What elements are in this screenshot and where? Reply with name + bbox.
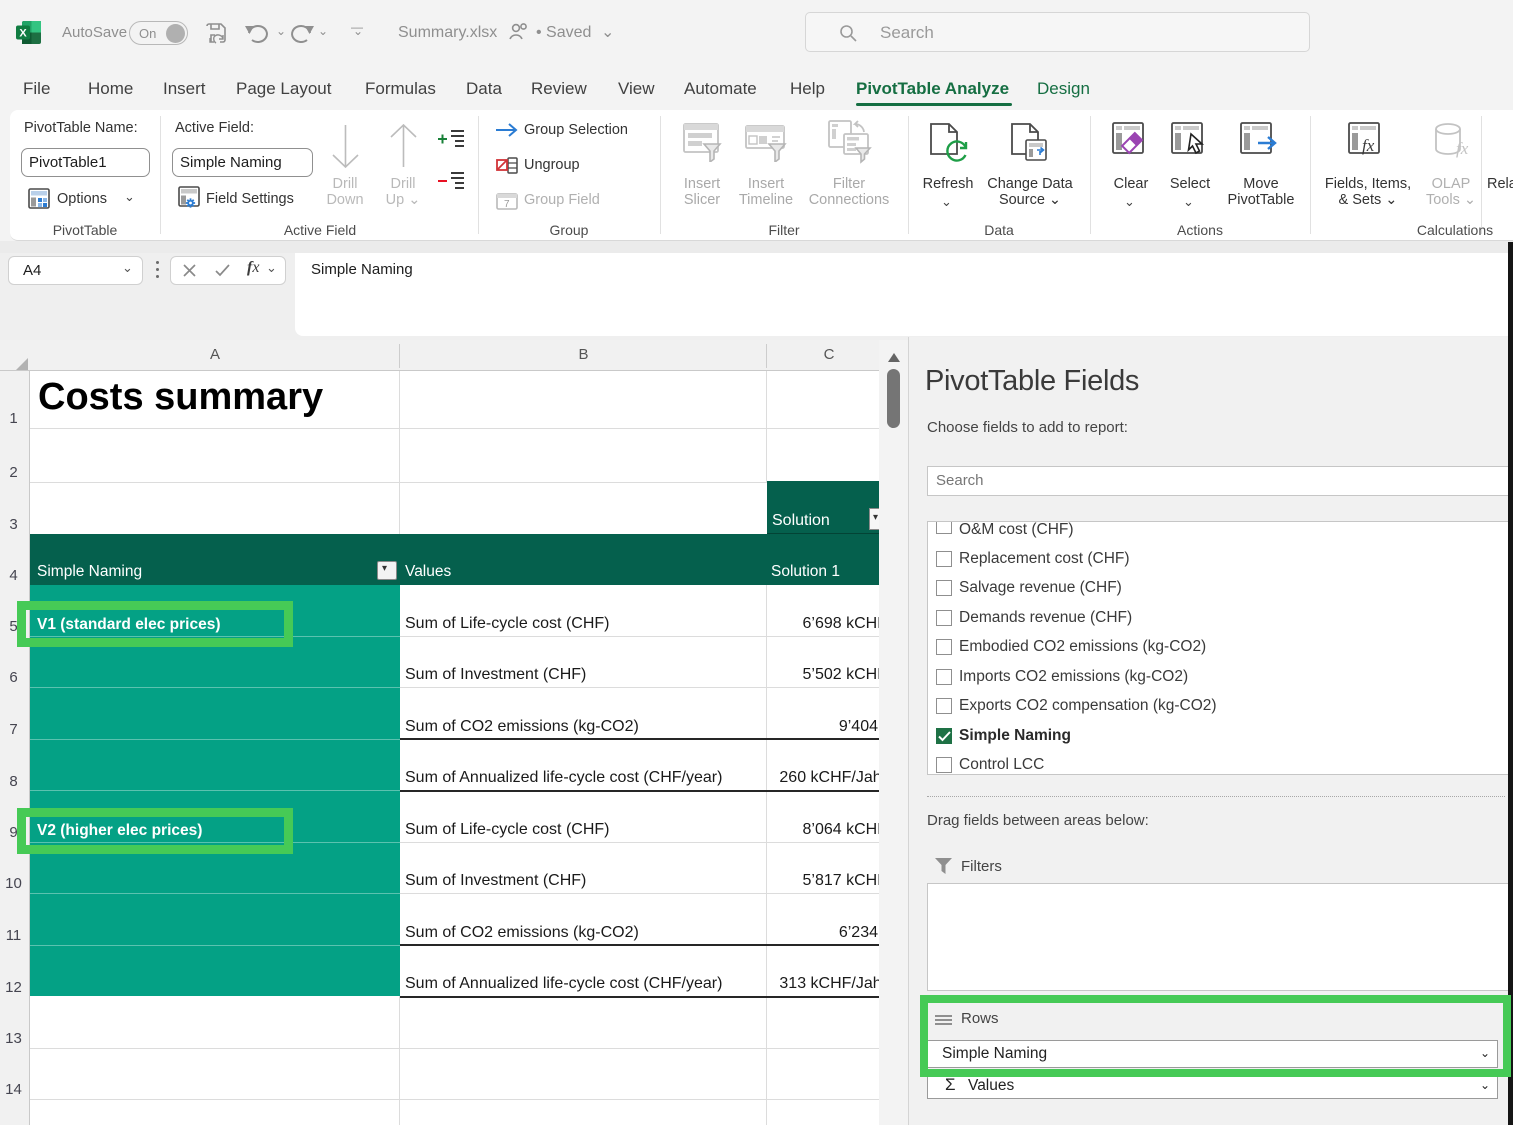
svg-text:fx: fx: [1456, 139, 1469, 158]
svg-text:X: X: [19, 28, 27, 40]
svg-text:7: 7: [504, 199, 510, 210]
svg-text:fx: fx: [1362, 136, 1375, 155]
